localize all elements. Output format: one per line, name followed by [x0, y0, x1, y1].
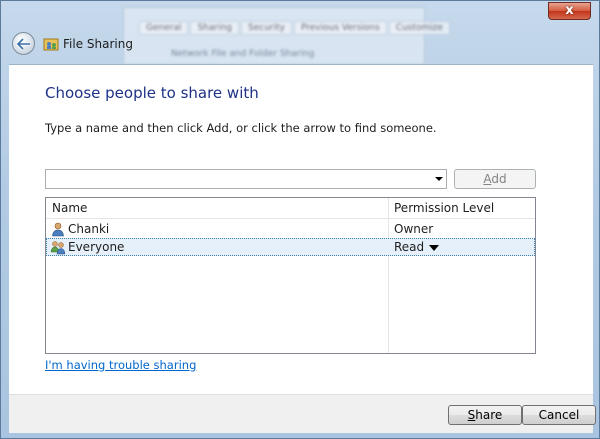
dropdown-arrow-icon[interactable]	[435, 177, 443, 181]
background-tab: Previous Versions	[294, 21, 387, 35]
group-icon	[50, 241, 66, 255]
user-name: Chanki	[68, 222, 110, 236]
share-button-label: hare	[475, 408, 503, 422]
cancel-button[interactable]: Cancel	[522, 405, 596, 425]
background-tab: Sharing	[190, 21, 240, 35]
page-heading: Choose people to share with	[45, 84, 259, 102]
sharing-list[interactable]: Name Permission Level Chanki Owner Every…	[45, 197, 536, 354]
column-header-permission[interactable]: Permission Level	[394, 201, 494, 215]
content-panel: Choose people to share with Type a name …	[9, 64, 593, 395]
list-item-selected[interactable]: Everyone Read	[46, 238, 535, 256]
instruction-text: Type a name and then click Add, or click…	[45, 121, 437, 135]
background-tab: Customize	[388, 21, 450, 35]
trouble-sharing-link[interactable]: I'm having trouble sharing	[45, 358, 196, 372]
permission-dropdown[interactable]: Read	[394, 240, 440, 254]
permission-level: Read	[394, 240, 425, 254]
file-sharing-icon	[43, 38, 59, 51]
list-item[interactable]: Chanki Owner	[46, 220, 535, 238]
share-button[interactable]: Share	[448, 405, 522, 425]
back-arrow-icon	[17, 38, 30, 50]
add-button[interactable]: Add	[454, 169, 536, 189]
user-icon	[52, 222, 64, 237]
column-header-name[interactable]: Name	[52, 201, 87, 215]
back-button[interactable]	[12, 32, 35, 55]
window-frame: General Sharing Security Previous Versio…	[0, 0, 600, 439]
name-combobox[interactable]	[45, 169, 447, 189]
permission-level: Owner	[394, 222, 434, 236]
background-tabs: General Sharing Security Previous Versio…	[139, 21, 450, 35]
group-name: Everyone	[68, 240, 125, 254]
list-header: Name Permission Level	[46, 198, 535, 219]
column-separator[interactable]	[388, 198, 389, 218]
background-tab: Security	[241, 21, 292, 35]
chevron-down-icon[interactable]	[429, 244, 440, 251]
background-tab: General	[139, 21, 189, 35]
close-button[interactable]: x	[548, 2, 591, 20]
add-button-label: dd	[491, 172, 507, 186]
window-title: File Sharing	[63, 37, 133, 51]
dialog-footer: Share Cancel	[9, 394, 596, 433]
background-subtitle: Network File and Folder Sharing	[171, 49, 315, 59]
